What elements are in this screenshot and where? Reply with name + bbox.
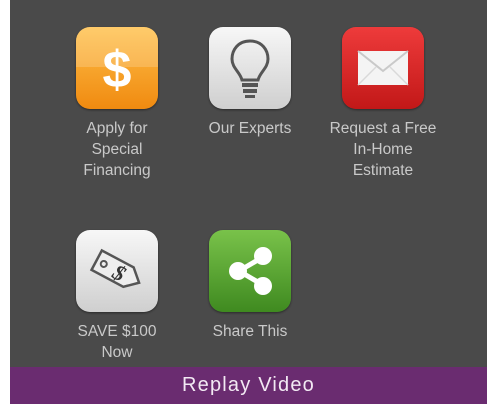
- financing-tile[interactable]: $ Apply for Special Financing: [52, 27, 182, 181]
- lightbulb-icon: [209, 27, 291, 109]
- svg-text:$: $: [103, 41, 132, 99]
- envelope-icon: [342, 27, 424, 109]
- experts-tile[interactable]: Our Experts: [185, 27, 315, 139]
- save-label: SAVE $100 Now: [77, 323, 157, 361]
- price-tag-icon: $: [76, 230, 158, 312]
- save-tile[interactable]: $ SAVE $100 Now: [52, 230, 182, 363]
- financing-label: Apply for Special Financing: [83, 120, 151, 179]
- share-tile[interactable]: Share This: [185, 230, 315, 342]
- share-icon: [209, 230, 291, 312]
- estimate-tile[interactable]: Request a Free In-Home Estimate: [318, 27, 448, 181]
- estimate-label: Request a Free In-Home Estimate: [329, 120, 437, 179]
- experts-label: Our Experts: [208, 120, 292, 137]
- replay-video-button[interactable]: Replay Video: [10, 367, 487, 404]
- dollar-icon: $: [76, 27, 158, 109]
- share-label: Share This: [212, 323, 288, 340]
